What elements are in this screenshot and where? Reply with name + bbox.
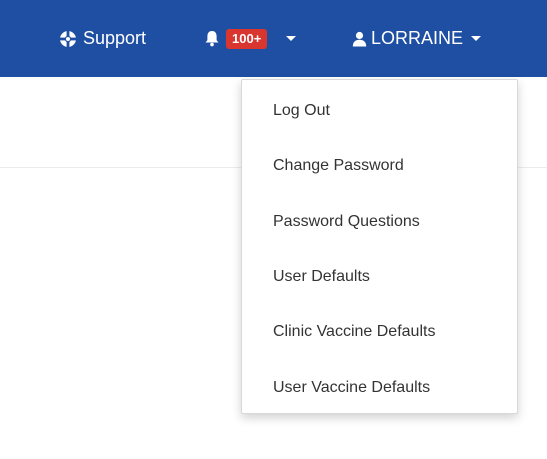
chevron-down-icon — [286, 36, 297, 41]
support-label: Support — [83, 28, 147, 48]
notification-count-badge: 100+ — [226, 28, 268, 49]
user-dropdown-menu: Log Out Change Password Password Questio… — [241, 79, 518, 414]
user-menu-toggle[interactable]: LORRAINE — [352, 0, 482, 77]
menu-item-clinic-vaccine-defaults[interactable]: Clinic Vaccine Defaults — [273, 322, 435, 342]
menu-item-user-defaults[interactable]: User Defaults — [273, 267, 370, 287]
bell-icon — [204, 30, 220, 47]
top-navbar: Support 100+ LORRAINE — [0, 0, 547, 77]
menu-item-user-vaccine-defaults[interactable]: User Vaccine Defaults — [273, 378, 430, 398]
page: Support 100+ LORRAINE Log Out Change Pas… — [0, 0, 547, 459]
chevron-down-icon — [471, 36, 482, 41]
username-label: LORRAINE — [371, 28, 464, 48]
user-icon — [352, 31, 367, 47]
support-link[interactable]: Support — [59, 0, 146, 77]
menu-item-log-out[interactable]: Log Out — [273, 101, 330, 121]
menu-item-password-questions[interactable]: Password Questions — [273, 212, 420, 232]
notifications-dropdown-toggle[interactable]: 100+ — [204, 0, 297, 77]
menu-item-change-password[interactable]: Change Password — [273, 156, 404, 176]
life-ring-icon — [59, 30, 77, 48]
